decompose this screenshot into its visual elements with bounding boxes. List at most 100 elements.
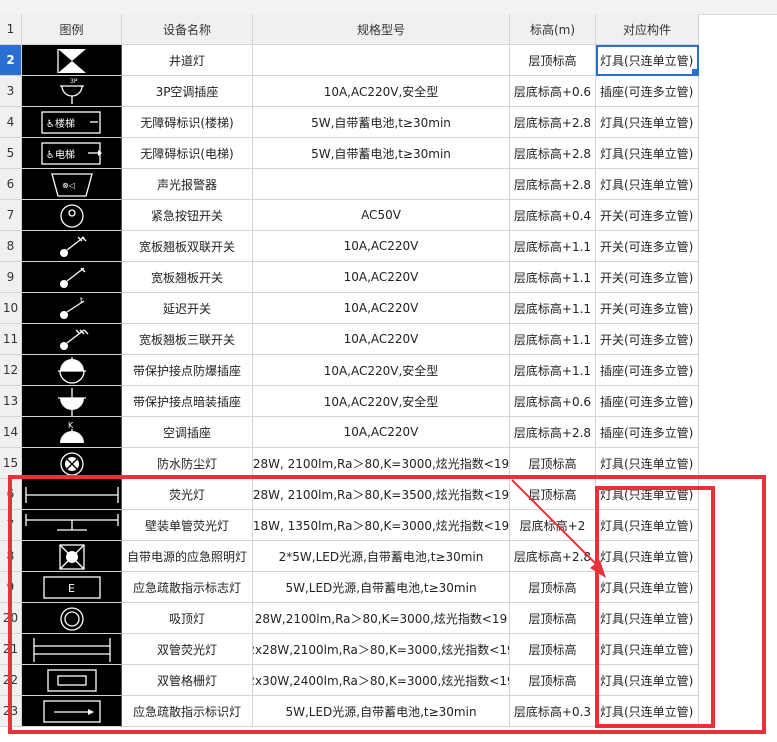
component-cell[interactable]: 灯具(只连单立管) (596, 138, 699, 169)
device-name-cell[interactable]: 宽板翘板三联开关 (122, 324, 253, 355)
row-number[interactable]: 3 (0, 76, 22, 107)
spec-cell[interactable]: 5W,LED光源,自带蓄电池,t≥30min (253, 572, 510, 603)
legend-cell[interactable]: ♿电梯 (22, 138, 122, 169)
height-cell[interactable]: 层底标高+1.1 (510, 293, 596, 324)
component-cell[interactable]: 灯具(只连单立管) (596, 634, 699, 665)
column-header-height[interactable]: 标高(m) (510, 14, 596, 45)
device-name-cell[interactable]: 应急疏散指示标志灯 (122, 572, 253, 603)
column-header-device-name[interactable]: 设备名称 (122, 14, 253, 45)
legend-cell[interactable] (22, 45, 122, 76)
legend-cell[interactable] (22, 479, 122, 510)
component-cell[interactable]: 灯具(只连单立管) (596, 665, 699, 696)
height-cell[interactable]: 层顶标高 (510, 665, 596, 696)
height-cell[interactable]: 层底标高+1.1 (510, 324, 596, 355)
height-cell[interactable]: 层底标高+0.3 (510, 696, 596, 727)
device-name-cell[interactable]: 双管格栅灯 (122, 665, 253, 696)
legend-cell[interactable] (22, 603, 122, 634)
row-number[interactable]: 15 (0, 448, 22, 479)
row-number[interactable]: 21 (0, 634, 22, 665)
component-cell[interactable]: 灯具(只连单立管) (596, 169, 699, 200)
device-name-cell[interactable]: 宽板翘板开关 (122, 262, 253, 293)
height-cell[interactable]: 层顶标高 (510, 572, 596, 603)
spec-cell[interactable]: 10A,AC220V (253, 293, 510, 324)
column-header-component[interactable]: 对应构件 (596, 14, 699, 45)
spec-cell[interactable]: 18W, 1350lm,Ra＞80,K=3000,炫光指数<19 (253, 510, 510, 541)
height-cell[interactable]: 层底标高+0.6 (510, 76, 596, 107)
component-cell[interactable]: 灯具(只连单立管) (596, 572, 699, 603)
row-number[interactable]: 13 (0, 386, 22, 417)
component-cell[interactable]: 开关(可连多立管) (596, 324, 699, 355)
component-cell[interactable]: 灯具(只连单立管) (596, 541, 699, 572)
spec-cell[interactable]: 10A,AC220V (253, 417, 510, 448)
component-cell[interactable]: 开关(可连多立管) (596, 231, 699, 262)
device-name-cell[interactable]: 防水防尘灯 (122, 448, 253, 479)
component-cell[interactable]: 灯具(只连单立管) (596, 107, 699, 138)
legend-cell[interactable] (22, 541, 122, 572)
spec-cell[interactable]: 10A,AC220V (253, 262, 510, 293)
row-number[interactable]: 11 (0, 324, 22, 355)
height-cell[interactable]: 层顶标高 (510, 448, 596, 479)
legend-cell[interactable] (22, 634, 122, 665)
component-cell[interactable]: 灯具(只连单立管) (596, 696, 699, 727)
height-cell[interactable]: 层底标高+2.8 (510, 138, 596, 169)
legend-cell[interactable]: ♿楼梯 (22, 107, 122, 138)
row-number[interactable]: 14 (0, 417, 22, 448)
row-number[interactable]: 20 (0, 603, 22, 634)
height-cell[interactable]: 层顶标高 (510, 479, 596, 510)
row-number[interactable]: 8 (0, 541, 22, 572)
component-cell[interactable]: 开关(可连多立管) (596, 262, 699, 293)
row-number-header[interactable]: 1 (0, 14, 22, 45)
row-number[interactable]: 9 (0, 572, 22, 603)
component-cell[interactable]: 插座(可连多立管) (596, 417, 699, 448)
legend-cell[interactable] (22, 262, 122, 293)
row-number[interactable]: 8 (0, 231, 22, 262)
device-name-cell[interactable]: 无障碍标识(楼梯) (122, 107, 253, 138)
spec-cell[interactable]: 10A,AC220V,安全型 (253, 76, 510, 107)
spec-cell[interactable]: 28W, 2100lm,Ra＞80,K=3500,炫光指数<19 (253, 479, 510, 510)
component-cell[interactable]: 开关(可连多立管) (596, 293, 699, 324)
component-cell[interactable]: 灯具(只连单立管) (596, 510, 699, 541)
column-header-legend[interactable]: 图例 (22, 14, 122, 45)
component-cell[interactable]: 插座(可连多立管) (596, 76, 699, 107)
device-name-cell[interactable]: 应急疏散指示标识灯 (122, 696, 253, 727)
row-number[interactable]: 6 (0, 169, 22, 200)
legend-cell[interactable] (22, 386, 122, 417)
device-name-cell[interactable]: 空调插座 (122, 417, 253, 448)
component-cell[interactable]: 灯具(只连单立管) (596, 45, 699, 76)
device-name-cell[interactable]: 壁装单管荧光灯 (122, 510, 253, 541)
component-cell[interactable]: 灯具(只连单立管) (596, 479, 699, 510)
row-number[interactable]: 5 (0, 138, 22, 169)
component-cell[interactable]: 灯具(只连单立管) (596, 603, 699, 634)
legend-cell[interactable] (22, 231, 122, 262)
row-number[interactable]: 10 (0, 293, 22, 324)
legend-cell[interactable] (22, 448, 122, 479)
height-cell[interactable]: 层底标高+0.4 (510, 200, 596, 231)
row-number[interactable]: 22 (0, 665, 22, 696)
device-name-cell[interactable]: 紧急按钮开关 (122, 200, 253, 231)
row-number[interactable]: 9 (0, 262, 22, 293)
height-cell[interactable]: 层底标高+2.8 (510, 541, 596, 572)
component-cell[interactable]: 插座(可连多立管) (596, 386, 699, 417)
device-name-cell[interactable]: 延迟开关 (122, 293, 253, 324)
component-cell[interactable]: 灯具(只连单立管) (596, 448, 699, 479)
fill-handle[interactable] (692, 69, 697, 74)
device-name-cell[interactable]: 带保护接点暗装插座 (122, 386, 253, 417)
legend-cell[interactable]: K (22, 417, 122, 448)
height-cell[interactable]: 层底标高+0.6 (510, 386, 596, 417)
height-cell[interactable]: 层顶标高 (510, 634, 596, 665)
device-name-cell[interactable]: 井道灯 (122, 45, 253, 76)
row-number[interactable]: 12 (0, 355, 22, 386)
height-cell[interactable]: 层顶标高 (510, 603, 596, 634)
row-number[interactable]: 2 (0, 45, 22, 76)
component-cell[interactable]: 插座(可连多立管) (596, 355, 699, 386)
device-name-cell[interactable]: 荧光灯 (122, 479, 253, 510)
legend-cell[interactable] (22, 510, 122, 541)
row-number[interactable]: 23 (0, 696, 22, 727)
spec-cell[interactable]: 10A,AC220V,安全型 (253, 355, 510, 386)
device-name-cell[interactable]: 声光报警器 (122, 169, 253, 200)
height-cell[interactable]: 层底标高+1.1 (510, 355, 596, 386)
legend-cell[interactable]: ⊗◁ (22, 169, 122, 200)
height-cell[interactable]: 层顶标高 (510, 45, 596, 76)
legend-cell[interactable] (22, 324, 122, 355)
legend-cell[interactable]: E (22, 572, 122, 603)
